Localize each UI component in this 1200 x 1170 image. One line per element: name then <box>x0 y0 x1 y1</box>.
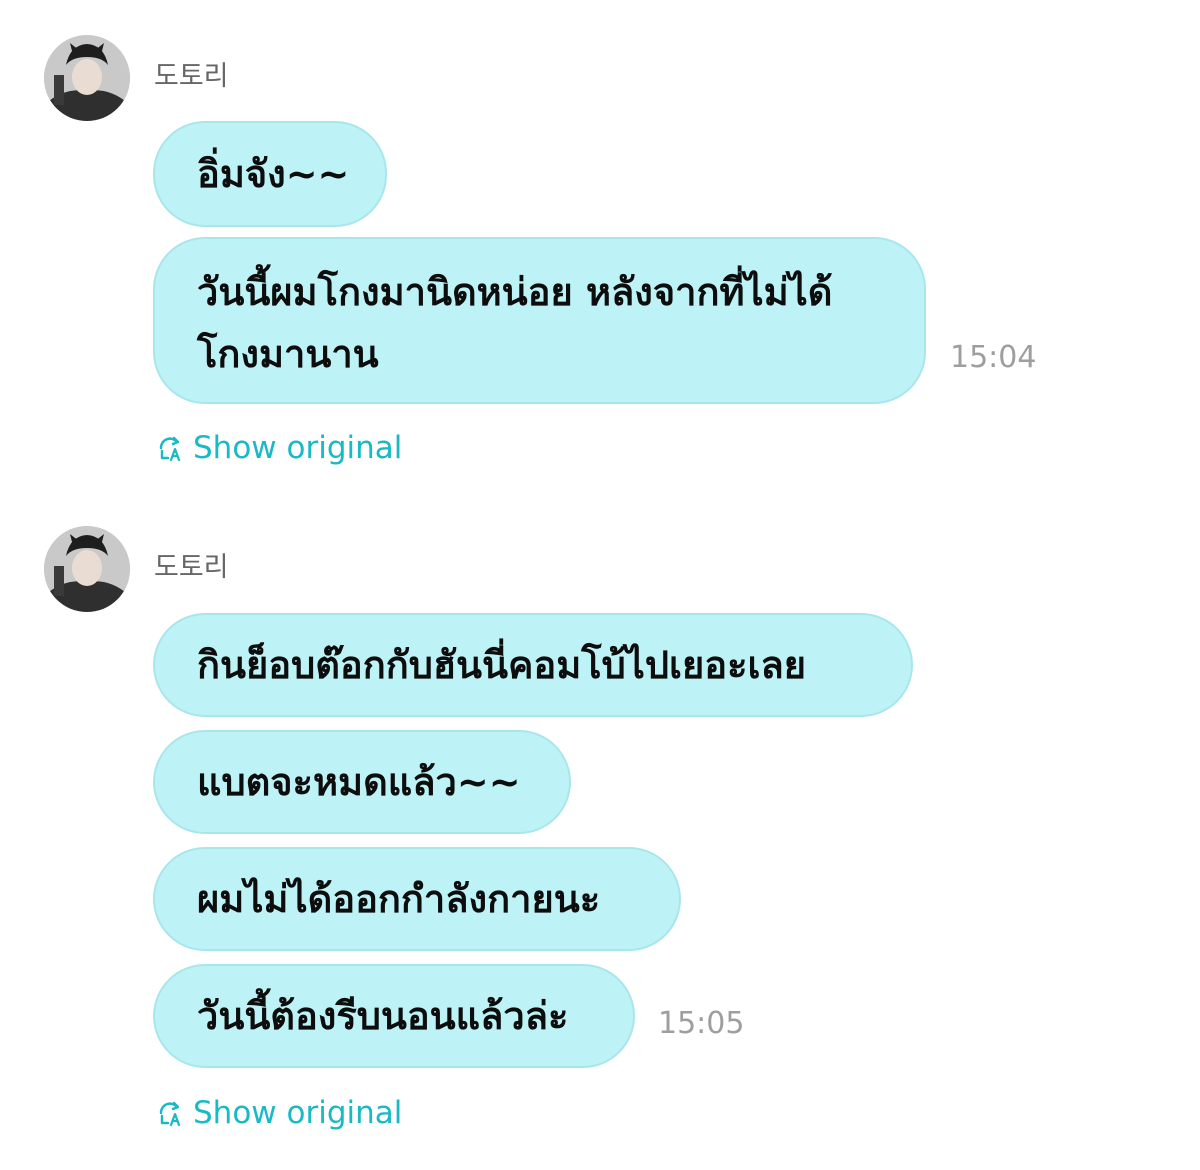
message-timestamp: 15:04 <box>950 340 1037 375</box>
sender-name: 도토리 <box>154 61 229 92</box>
show-original-link[interactable]: Show original <box>155 1098 402 1129</box>
show-original-link[interactable]: Show original <box>155 433 402 464</box>
message-bubble[interactable]: แบตจะหมดแล้ว~~ <box>153 730 571 834</box>
message-timestamp: 15:05 <box>658 1006 745 1041</box>
avatar[interactable] <box>44 35 130 121</box>
message-bubble[interactable]: อิ่มจัง~~ <box>153 121 387 227</box>
avatar-photo <box>44 35 130 121</box>
translate-icon <box>159 436 181 461</box>
avatar[interactable] <box>44 526 130 612</box>
translate-icon <box>159 1101 181 1126</box>
message-bubble[interactable]: วันนี้ต้องรีบนอนแล้วล่ะ <box>153 964 635 1068</box>
message-bubble[interactable]: ผมไม่ได้ออกกำลังกายนะ <box>153 847 681 951</box>
avatar-photo <box>44 526 130 612</box>
show-original-label: Show original <box>193 1095 403 1131</box>
sender-name: 도토리 <box>154 552 229 583</box>
message-bubble[interactable]: วันนี้ผมโกงมานิดหน่อย หลังจากที่ไม่ได้โก… <box>153 237 926 404</box>
message-bubble[interactable]: กินย็อบต๊อกกับฮันนี่คอมโบ้ไปเยอะเลย <box>153 613 913 717</box>
show-original-label: Show original <box>193 430 403 466</box>
